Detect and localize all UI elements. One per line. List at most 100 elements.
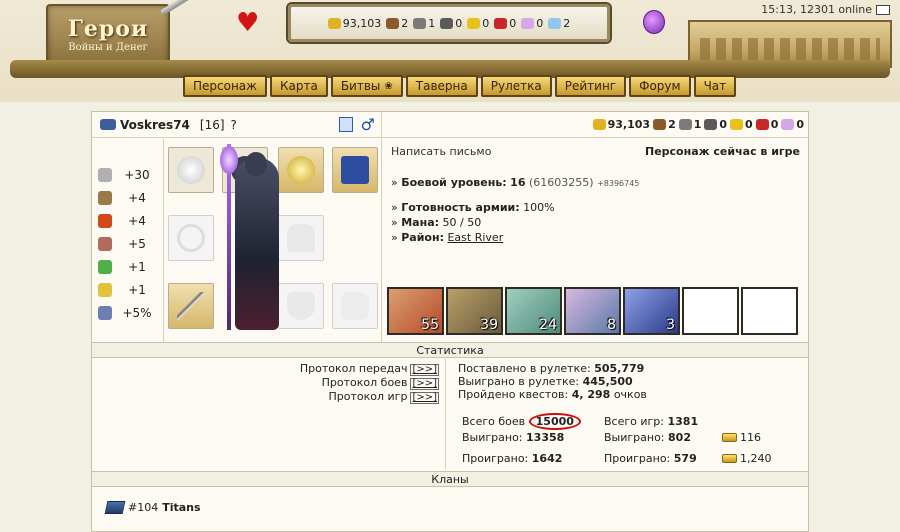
resource-value: 0	[796, 118, 804, 131]
horse-icon	[341, 292, 369, 320]
nav-rating[interactable]: Рейтинг	[554, 75, 627, 97]
resource-wood: 2	[386, 17, 408, 30]
info-header: Написать письмо Персонаж сейчас в игре	[391, 145, 800, 158]
spellbook-slot[interactable]	[332, 147, 378, 193]
total-row: Всего боев 15000 Всего игр: 1381	[462, 413, 698, 430]
clan-flag[interactable]	[100, 119, 116, 130]
protocol-battles: Протокол боев [>>]	[98, 376, 439, 390]
total-battles: Всего боев 15000	[462, 413, 604, 430]
heart-icon[interactable]: ♥	[236, 10, 259, 36]
knowledge-icon	[98, 236, 112, 251]
sulfur-icon	[467, 17, 481, 29]
stat-label: Выиграно:	[462, 431, 523, 444]
clans-title: Кланы	[92, 471, 808, 487]
cloak-slot[interactable]	[278, 215, 324, 261]
unit-count: 8	[607, 317, 616, 333]
army-unit[interactable]: 24	[505, 287, 562, 335]
help-icon[interactable]: ?	[231, 118, 237, 132]
spellpower-icon	[98, 213, 112, 228]
stat-value: 116	[740, 431, 761, 444]
nav-tavern[interactable]: Таверна	[405, 75, 478, 97]
weapon-slot[interactable]	[168, 283, 214, 329]
statistics-values: Поставлено в рулетке: 505,779 Выиграно в…	[454, 359, 804, 471]
protocol-link[interactable]: [>>]	[410, 378, 439, 390]
nav-character[interactable]: Персонаж	[183, 75, 267, 97]
profile-scroll-icon[interactable]	[339, 116, 353, 132]
paw-icon: ❀	[384, 80, 393, 92]
mail-icon[interactable]	[876, 4, 890, 15]
hero-figure	[217, 144, 283, 334]
nav-map[interactable]: Карта	[269, 75, 328, 97]
game-logo[interactable]: Герои Войны и Денег	[46, 4, 170, 68]
stat-label: Всего боев	[462, 415, 526, 428]
resource-sulfur: 0	[467, 17, 489, 30]
combat-level-line: » Боевой уровень: 16 (61603255) +8396745	[391, 176, 640, 189]
stat-value: 445,500	[582, 375, 633, 388]
stat-value: 1381	[667, 415, 699, 428]
resource-value: 0	[770, 118, 779, 131]
bonus-value: +4	[128, 190, 146, 205]
protocol-link[interactable]: [>>]	[410, 392, 439, 404]
total-games: Всего игр: 1381	[604, 415, 698, 428]
clan-id: #104	[128, 501, 159, 514]
ring-slot-2[interactable]	[168, 215, 214, 261]
protocols-list: Протокол передач [>>] Протокол боев [>>] П…	[92, 359, 446, 469]
player-nick: Voskres74	[120, 117, 190, 132]
resource-crystal: 0	[494, 17, 516, 30]
amulet-slot[interactable]	[278, 147, 324, 193]
army-unit[interactable]: 8	[564, 287, 621, 335]
resource-value: 93,103	[607, 118, 651, 131]
nav-chat[interactable]: Чат	[693, 75, 737, 97]
mana-line: » Мана: 50 / 50	[391, 216, 482, 229]
lost-gold: 1,240	[722, 452, 772, 465]
stat-unit: очков	[613, 388, 647, 401]
district-label: Район:	[401, 231, 444, 244]
header: Герои Войны и Денег ♥ 93,103 2 1 0 0 0 0…	[0, 0, 900, 102]
logo-subtitle: Войны и Денег	[68, 42, 148, 53]
resource-sulfur: 0	[730, 118, 753, 131]
protocol-link[interactable]: [>>]	[410, 364, 439, 376]
player-level: [16]	[199, 117, 225, 132]
army-row: 55 39 24 8 3	[387, 287, 798, 335]
clan-name: Titans	[162, 501, 201, 514]
resource-value: 93,103	[342, 16, 382, 30]
district-link[interactable]: East River	[447, 231, 503, 244]
nav-roulette[interactable]: Рулетка	[480, 75, 552, 97]
resource-value: 0	[509, 16, 517, 30]
lost-games: Проиграно: 579	[604, 452, 722, 465]
resource-ore: 1	[678, 118, 701, 131]
stat-value: 505,779	[594, 362, 645, 375]
mercury-icon	[704, 119, 718, 130]
stat-value: 1642	[531, 452, 563, 465]
hero-body	[235, 158, 279, 330]
won-battles: Выиграно: 13358	[462, 431, 604, 444]
clan-item[interactable]: #104 Titans	[104, 501, 201, 514]
stat-value: 13358	[526, 431, 565, 444]
won-row: Выиграно: 13358 Выиграно: 802 116	[462, 431, 761, 444]
potion-flask-icon[interactable]	[643, 10, 665, 34]
resource-diamond: 2	[548, 17, 570, 30]
won-gold: 116	[722, 431, 761, 444]
nav-forum[interactable]: Форум	[629, 75, 691, 97]
nav-battles[interactable]: Битвы ❀	[330, 75, 403, 97]
army-unit-empty[interactable]	[682, 287, 739, 335]
player-header: Voskres74 [16] ? ♂	[92, 111, 382, 138]
army-unit[interactable]: 39	[446, 287, 503, 335]
army-unit[interactable]: 3	[623, 287, 680, 335]
bonus-value: +5	[128, 236, 146, 251]
stat-label: Выиграно:	[604, 431, 665, 444]
mount-slot[interactable]	[332, 283, 378, 329]
district-line: » Район: East River	[391, 231, 504, 244]
ore-icon	[678, 119, 692, 130]
clan-icon	[104, 501, 126, 514]
write-letter-link[interactable]: Написать письмо	[391, 145, 491, 158]
morale-icon	[98, 282, 112, 297]
protocol-label: Протокол передач	[299, 362, 408, 375]
army-unit-empty[interactable]	[741, 287, 798, 335]
wood-icon	[653, 119, 667, 130]
ring-slot[interactable]	[168, 147, 214, 193]
defense-icon	[98, 190, 112, 205]
protocol-transfers: Протокол передач [>>]	[98, 362, 439, 376]
army-unit[interactable]: 55	[387, 287, 444, 335]
shield-slot[interactable]	[278, 283, 324, 329]
